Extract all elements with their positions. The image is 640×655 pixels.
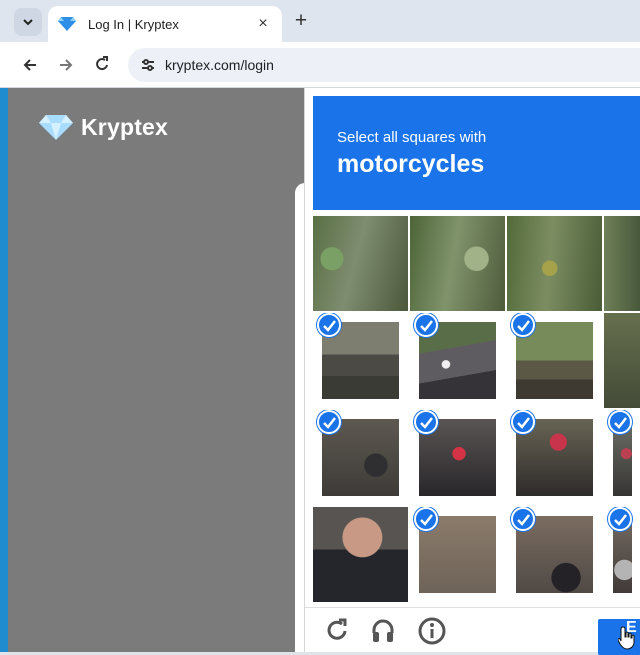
- captcha-dialog: Select all squares with motorcycles E: [304, 88, 640, 655]
- captcha-instruction: Select all squares with: [337, 129, 487, 146]
- kryptex-favicon-icon: [58, 17, 76, 31]
- selected-check-icon: [608, 507, 632, 531]
- selected-check-icon: [317, 410, 341, 434]
- selected-check-icon: [511, 313, 535, 337]
- reload-icon: [327, 618, 347, 640]
- selected-check-icon: [414, 410, 438, 434]
- captcha-tile-image: [410, 216, 505, 311]
- captcha-tile-r2c2[interactable]: [410, 313, 505, 408]
- back-button[interactable]: [17, 52, 43, 78]
- tune-icon: [142, 59, 154, 71]
- captcha-image-grid: [313, 216, 640, 604]
- captcha-tile-r4c3[interactable]: [507, 507, 602, 602]
- audio-icon: [372, 619, 394, 642]
- site-info-button[interactable]: [134, 51, 162, 79]
- selected-check-icon: [511, 507, 535, 531]
- captcha-tile-image: [507, 216, 602, 311]
- captcha-tile-r1c1[interactable]: [313, 216, 408, 311]
- captcha-tile-r1c4[interactable]: [604, 216, 640, 311]
- captcha-target-word: motorcycles: [337, 150, 485, 178]
- captcha-tile-r4c4[interactable]: [604, 507, 640, 602]
- captcha-tile-r2c3[interactable]: [507, 313, 602, 408]
- selected-check-icon: [317, 313, 341, 337]
- forward-arrow-icon: [60, 59, 73, 71]
- selected-check-icon: [511, 410, 535, 434]
- selected-check-icon: [414, 507, 438, 531]
- browser-toolbar: kryptex.com/login: [0, 42, 640, 88]
- forward-button[interactable]: [53, 52, 79, 78]
- captcha-tile-r1c2[interactable]: [410, 216, 505, 311]
- back-arrow-icon: [23, 59, 36, 71]
- info-button[interactable]: [417, 616, 447, 646]
- captcha-tile-image: [604, 216, 640, 311]
- reload-button[interactable]: [89, 52, 115, 78]
- captcha-tile-image: [313, 507, 408, 602]
- brand-name: Kryptex: [81, 114, 169, 140]
- captcha-tile-r3c1[interactable]: [313, 410, 408, 505]
- diamond-logo-icon: [39, 115, 73, 140]
- captcha-tile-r4c2[interactable]: [410, 507, 505, 602]
- tab-title: Log In | Kryptex: [88, 16, 179, 32]
- captcha-footer: E: [305, 607, 640, 655]
- browser-tab-strip: Log In | Kryptex × +: [0, 0, 640, 42]
- captcha-tile-r2c1[interactable]: [313, 313, 408, 408]
- captcha-tile-image: [604, 313, 640, 408]
- reload-icon: [96, 56, 108, 71]
- captcha-tile-r3c2[interactable]: [410, 410, 505, 505]
- captcha-tile-r2c4[interactable]: [604, 313, 640, 408]
- captcha-tile-image: [313, 216, 408, 311]
- captcha-tile-r1c3[interactable]: [507, 216, 602, 311]
- url-text[interactable]: kryptex.com/login: [165, 57, 274, 73]
- new-tab-button[interactable]: +: [290, 9, 312, 33]
- tab-search-button[interactable]: [14, 8, 42, 36]
- reload-challenge-button[interactable]: [322, 616, 352, 646]
- captcha-tile-r4c1[interactable]: [313, 507, 408, 602]
- selected-check-icon: [414, 313, 438, 337]
- captcha-header: Select all squares with motorcycles: [313, 96, 640, 210]
- info-icon: [418, 617, 446, 645]
- active-tab[interactable]: Log In | Kryptex ×: [48, 6, 282, 42]
- hand-cursor-icon: [618, 626, 635, 650]
- selected-check-icon: [608, 410, 632, 434]
- audio-challenge-button[interactable]: [368, 616, 398, 646]
- captcha-tile-r3c3[interactable]: [507, 410, 602, 505]
- address-bar[interactable]: kryptex.com/login: [128, 48, 640, 82]
- chevron-down-icon: [23, 19, 33, 26]
- left-accent-strip: [0, 88, 8, 652]
- tab-close-icon[interactable]: ×: [254, 15, 272, 33]
- captcha-tile-r3c4[interactable]: [604, 410, 640, 505]
- kryptex-logo[interactable]: Kryptex: [39, 114, 168, 141]
